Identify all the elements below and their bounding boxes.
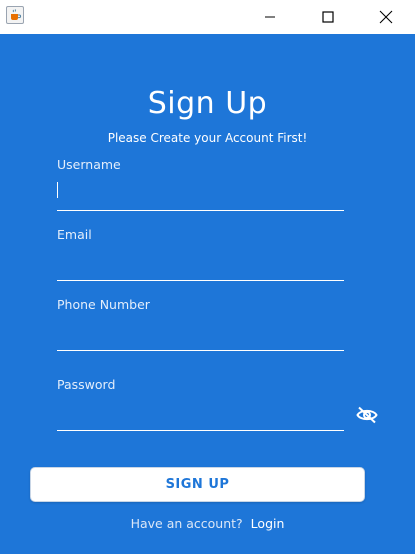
maximize-button[interactable] xyxy=(306,0,350,34)
username-field[interactable] xyxy=(57,184,344,211)
close-icon xyxy=(379,10,393,24)
login-link[interactable]: Login xyxy=(251,516,285,531)
email-field[interactable] xyxy=(57,254,344,281)
close-button[interactable] xyxy=(364,0,408,34)
minimize-icon xyxy=(265,16,275,18)
signup-window: Sign Up Please Create your Account First… xyxy=(0,0,415,554)
password-field[interactable] xyxy=(57,404,344,431)
password-visibility-toggle[interactable] xyxy=(355,405,379,425)
phone-number-label: Phone Number xyxy=(57,297,150,312)
sign-up-button[interactable]: SIGN UP xyxy=(30,467,365,502)
maximize-icon xyxy=(322,11,334,23)
email-label: Email xyxy=(57,227,92,242)
password-label: Password xyxy=(57,377,116,392)
title-bar xyxy=(0,0,415,34)
eye-slash-icon xyxy=(356,406,378,424)
page-subtitle: Please Create your Account First! xyxy=(107,131,308,145)
username-label: Username xyxy=(57,157,121,172)
login-prompt: Have an account? Login xyxy=(0,516,415,531)
page-title: Sign Up xyxy=(147,86,268,121)
java-coffee-icon[interactable] xyxy=(6,6,24,24)
phone-number-field[interactable] xyxy=(57,324,344,351)
text-caret xyxy=(57,182,58,198)
minimize-button[interactable] xyxy=(248,0,292,34)
have-account-text: Have an account? xyxy=(130,516,243,531)
